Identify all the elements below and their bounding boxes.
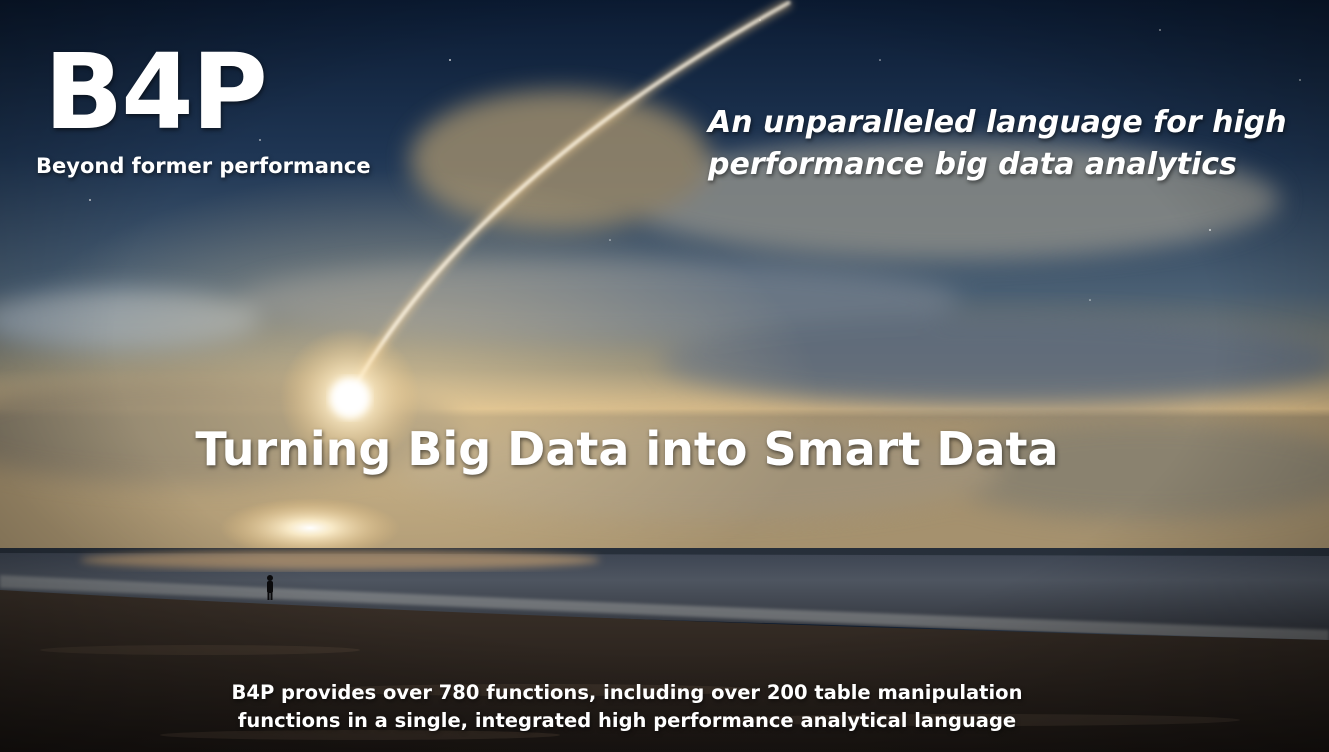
- tagline: An unparalleled language for high perfor…: [708, 102, 1308, 186]
- footer-line-1: B4P provides over 780 functions, includi…: [231, 681, 1023, 704]
- tagline-line-1: An unparalleled language for high: [708, 105, 1287, 140]
- b4p-logo: B4P: [44, 31, 268, 153]
- headline: Turning Big Data into Smart Data: [195, 422, 1059, 476]
- tagline-line-2: performance big data analytics: [708, 147, 1237, 182]
- logo-subtitle: Beyond former performance: [36, 154, 371, 178]
- footer-description: B4P provides over 780 functions, includi…: [0, 679, 1254, 734]
- footer-line-2: functions in a single, integrated high p…: [237, 708, 1017, 732]
